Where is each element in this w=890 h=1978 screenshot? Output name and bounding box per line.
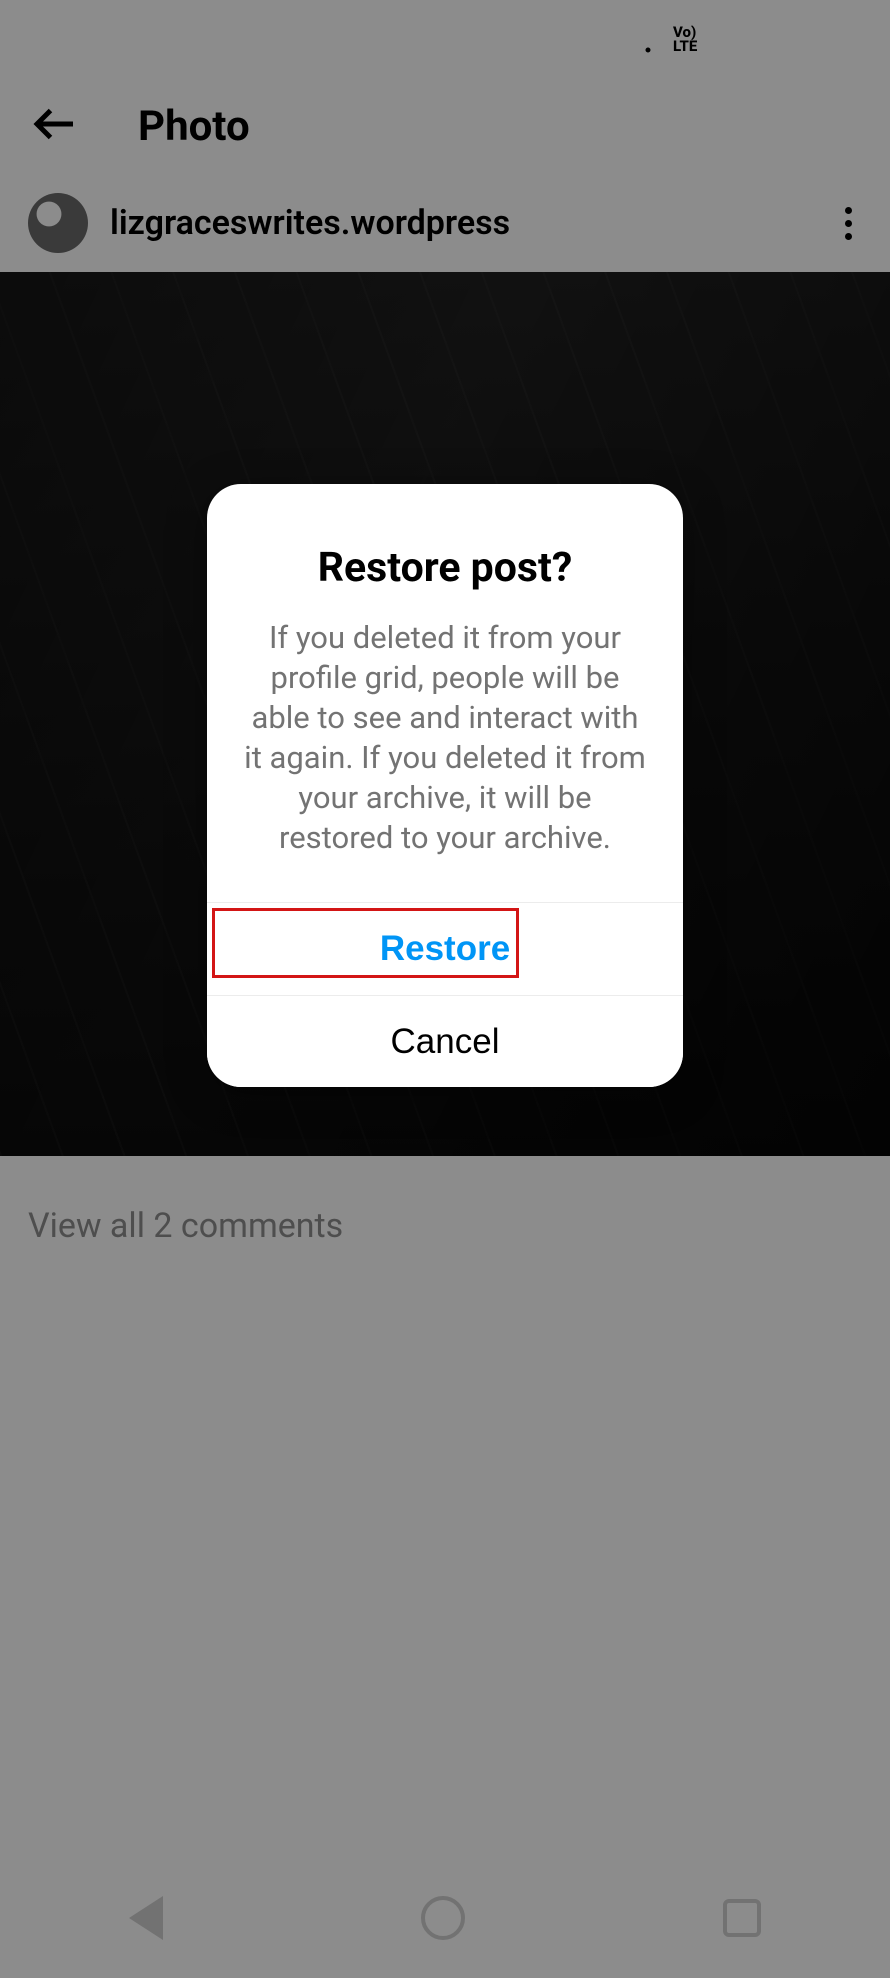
dialog-title: Restore post? (207, 484, 683, 618)
screen: 13:13 N 0.42 KB/S Vo) LTE 98% P (0, 0, 890, 1978)
dialog-body-text: If you deleted it from your profile grid… (207, 618, 683, 902)
restore-button[interactable]: Restore (207, 903, 683, 995)
cancel-button[interactable]: Cancel (207, 995, 683, 1087)
restore-post-dialog: Restore post? If you deleted it from you… (207, 484, 683, 1087)
dialog-actions: Restore Cancel (207, 902, 683, 1087)
